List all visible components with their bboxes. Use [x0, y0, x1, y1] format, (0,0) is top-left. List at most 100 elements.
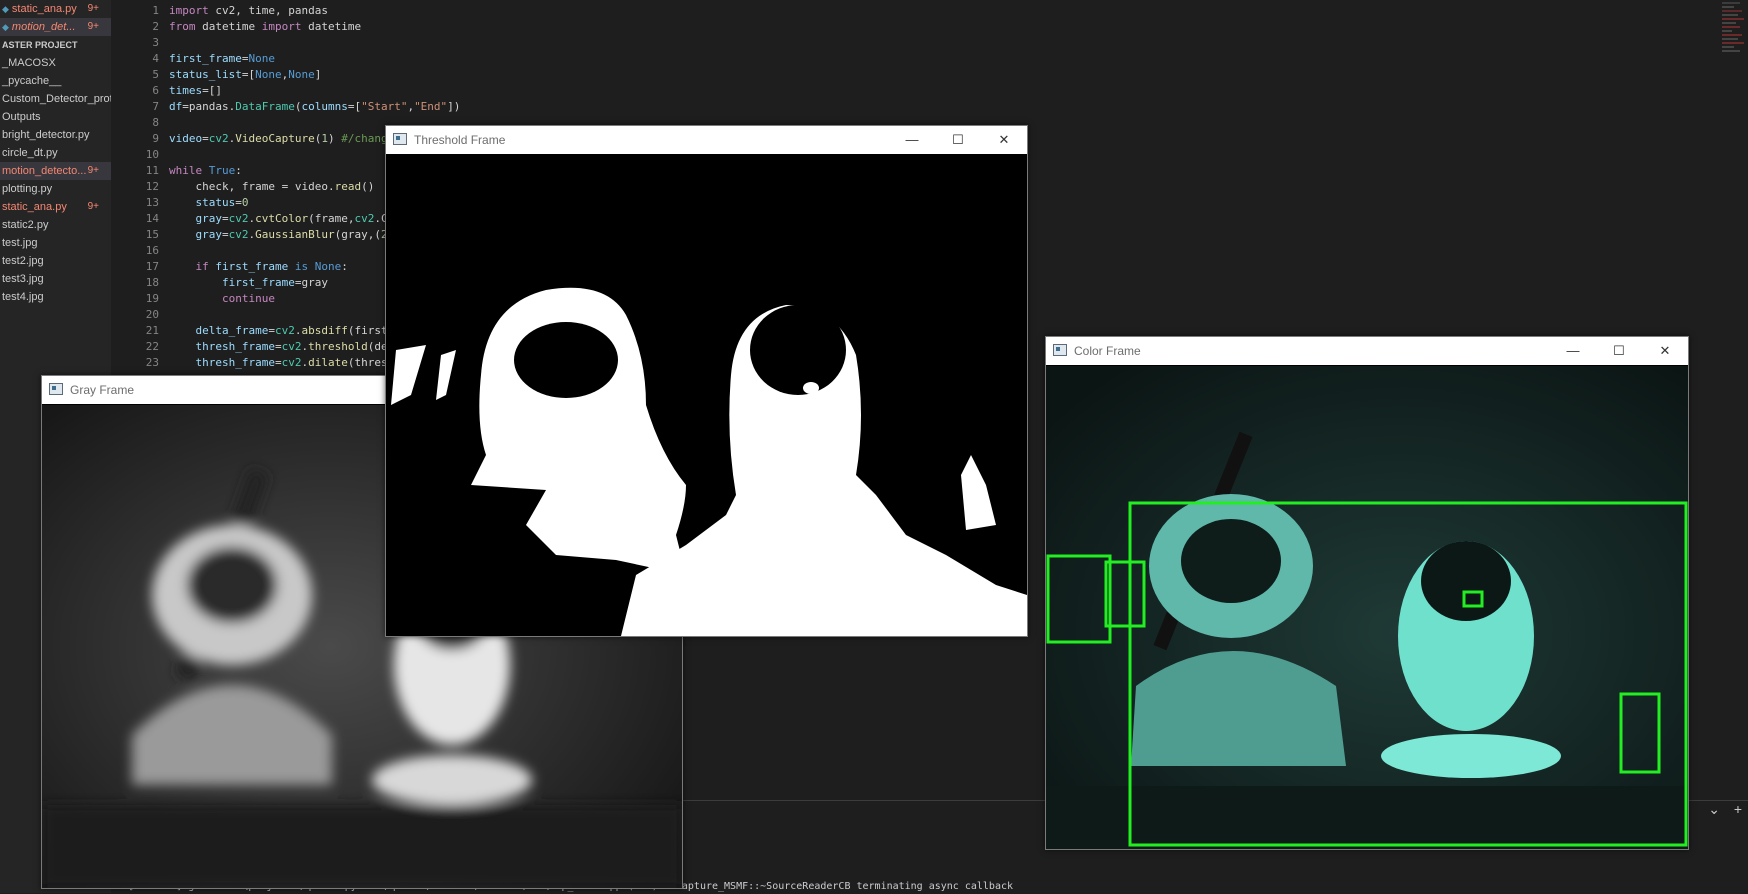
code-text: video=cv2.VideoCapture(1) #/change: [169, 132, 395, 145]
explorer-file-item[interactable]: _MACOSX: [0, 54, 111, 72]
app-window-icon: [393, 133, 407, 145]
app-window-icon: [1053, 344, 1067, 356]
close-button[interactable]: ✕: [981, 126, 1027, 154]
explorer-item-label: ASTER PROJECT: [2, 40, 78, 50]
line-number: 15: [145, 228, 159, 241]
line-number: 17: [145, 260, 159, 273]
explorer-item-label: test4.jpg: [2, 291, 44, 303]
problem-count-badge: 9+: [87, 3, 99, 14]
explorer-item-label: static2.py: [2, 219, 49, 231]
code-text: continue: [221, 292, 275, 305]
line-number: 7: [152, 100, 159, 113]
explorer-file-item[interactable]: ◆ motion_det... 9+: [0, 18, 111, 36]
explorer-file-item[interactable]: plotting.py: [0, 180, 111, 198]
explorer-item-label: _pycache__: [2, 75, 62, 87]
explorer-item-label: Custom_Detector_prot: [2, 93, 111, 105]
code-text: df=pandas.DataFrame(columns=["Start","En…: [169, 100, 461, 113]
explorer-item-label: plotting.py: [2, 183, 53, 195]
app-window-icon: [49, 383, 63, 395]
problem-count-badge: 9+: [87, 21, 99, 32]
threshold-frame-window[interactable]: Threshold Frame — ☐ ✕: [385, 125, 1028, 637]
line-number: 21: [145, 324, 159, 337]
explorer-file-item[interactable]: Outputs: [0, 108, 111, 126]
explorer-item-label: circle_dt.py: [2, 147, 58, 159]
line-number: 2: [152, 20, 159, 33]
code-text: thresh_frame=cv2.dilate(thresh: [195, 356, 395, 369]
line-number: 19: [145, 292, 159, 305]
add-terminal-button[interactable]: +: [1728, 801, 1748, 817]
code-text: check, frame = video.read(): [169, 180, 375, 193]
explorer-file-item[interactable]: bright_detector.py: [0, 126, 111, 144]
line-number: 6: [152, 84, 159, 97]
explorer-file-item[interactable]: test3.jpg: [0, 270, 111, 288]
explorer-file-item[interactable]: Custom_Detector_prot: [0, 90, 111, 108]
explorer-file-item[interactable]: test.jpg: [0, 234, 111, 252]
code-text: status_list=[None,None]: [169, 68, 322, 81]
line-number: 4: [152, 52, 159, 65]
color-frame-image: [1046, 366, 1688, 849]
explorer-item-label: Outputs: [2, 111, 41, 123]
code-text: thresh_frame=cv2.threshold(del: [195, 340, 395, 353]
explorer-item-label: bright_detector.py: [2, 129, 90, 141]
line-number: 11: [145, 164, 159, 177]
code-text: delta_frame=cv2.absdiff(first_: [195, 324, 395, 337]
explorer-item-label: _MACOSX: [2, 57, 56, 69]
code-text: from datetime import datetime: [169, 20, 362, 33]
window-titlebar[interactable]: Threshold Frame — ☐ ✕: [386, 126, 1027, 154]
code-text: times=[]: [169, 84, 222, 97]
close-button[interactable]: ✕: [1642, 337, 1688, 365]
explorer-file-item[interactable]: test2.jpg: [0, 252, 111, 270]
explorer-item-label: test3.jpg: [2, 273, 44, 285]
window-title: Threshold Frame: [414, 133, 506, 147]
color-frame-window[interactable]: Color Frame — ☐ ✕: [1045, 336, 1689, 850]
line-number: 12: [145, 180, 159, 193]
line-number: 22: [145, 340, 159, 353]
minimap[interactable]: [1722, 0, 1748, 140]
line-number: 16: [145, 244, 159, 257]
explorer-file-item[interactable]: static_ana.py 9+: [0, 198, 111, 216]
line-number: 23: [145, 356, 159, 369]
explorer-file-item[interactable]: static2.py: [0, 216, 111, 234]
explorer-item-label: test.jpg: [2, 237, 38, 249]
terminal-controls: ⌄ +: [1704, 801, 1748, 818]
line-number: 14: [145, 212, 159, 225]
line-number: 13: [145, 196, 159, 209]
line-number: 18: [145, 276, 159, 289]
code-text: if first_frame is None:: [195, 260, 348, 273]
code-text: gray=cv2.GaussianBlur(gray,(21: [195, 228, 395, 241]
explorer-file-item[interactable]: motion_detecto... 9+: [0, 162, 111, 180]
explorer-file-item[interactable]: test4.jpg: [0, 288, 111, 306]
explorer-item-label: motion_det...: [11, 21, 76, 33]
code-text: first_frame=gray: [221, 276, 328, 289]
code-text: gray=cv2.cvtColor(frame,cv2.CO: [195, 212, 395, 225]
python-file-icon: ◆: [2, 22, 9, 32]
explorer-item-label: test2.jpg: [2, 255, 44, 267]
python-file-icon: ◆: [2, 4, 9, 14]
line-number: 3: [152, 36, 159, 49]
explorer-file-item[interactable]: _pycache__: [0, 72, 111, 90]
explorer-file-item[interactable]: ◆ static_ana.py 9+: [0, 0, 111, 18]
window-titlebar[interactable]: Color Frame — ☐ ✕: [1046, 337, 1688, 365]
explorer-file-item[interactable]: circle_dt.py: [0, 144, 111, 162]
maximize-button[interactable]: ☐: [935, 126, 981, 154]
line-number: 10: [145, 148, 159, 161]
maximize-button[interactable]: ☐: [1596, 337, 1642, 365]
line-number: 8: [152, 116, 159, 129]
problem-count-badge: 9+: [87, 165, 99, 176]
explorer-item-label: static_ana.py: [11, 3, 77, 15]
minimize-button[interactable]: —: [889, 126, 935, 154]
code-text: import cv2, time, pandas: [169, 4, 328, 17]
line-number: 20: [145, 308, 159, 321]
code-text: first_frame=None: [169, 52, 275, 65]
code-text: while True:: [169, 164, 242, 177]
line-number: 5: [152, 68, 159, 81]
threshold-frame-image: [386, 155, 1027, 636]
explorer-folder-header[interactable]: ASTER PROJECT: [0, 36, 111, 54]
line-number: 9: [152, 132, 159, 145]
problem-count-badge: 9+: [87, 201, 99, 212]
explorer-item-label: static_ana.py: [2, 201, 67, 213]
chevron-down-icon[interactable]: ⌄: [1704, 801, 1724, 818]
minimize-button[interactable]: —: [1550, 337, 1596, 365]
line-number: 1: [152, 4, 159, 17]
window-title: Color Frame: [1074, 344, 1141, 358]
